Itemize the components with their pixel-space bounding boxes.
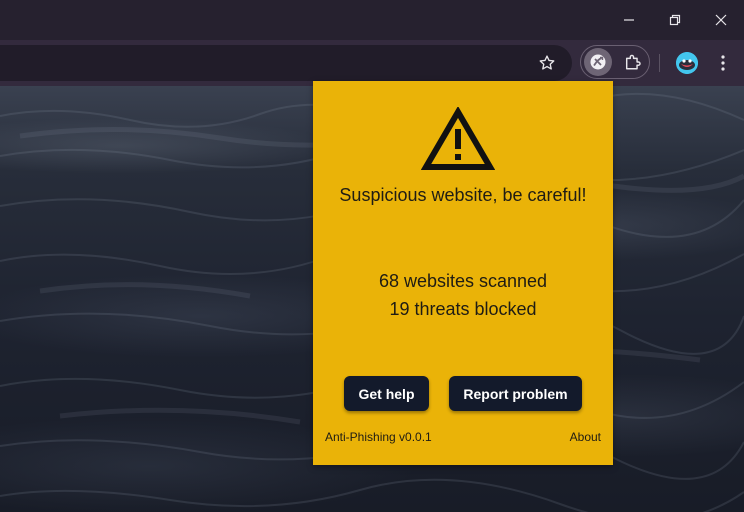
title-bar	[0, 0, 744, 40]
chrome-menu-button[interactable]	[712, 50, 734, 76]
close-button[interactable]	[698, 0, 744, 40]
anti-phishing-popup: Suspicious website, be careful! 68 websi…	[313, 81, 613, 465]
warning-triangle-icon	[421, 107, 495, 170]
avatar-image	[676, 52, 698, 74]
warning-headline: Suspicious website, be careful!	[339, 185, 587, 205]
kebab-menu-icon	[721, 55, 725, 71]
websites-scanned-text: 68 websites scanned	[378, 271, 548, 291]
bookmark-button[interactable]	[533, 50, 561, 76]
get-help-button[interactable]: Get help	[344, 376, 429, 411]
anti-phishing-icon	[590, 54, 606, 70]
puzzle-icon	[625, 54, 641, 70]
close-icon	[715, 14, 727, 26]
toolbar-divider	[659, 54, 660, 72]
browser-toolbar	[0, 40, 744, 86]
minimize-button[interactable]	[606, 0, 652, 40]
threats-blocked-text: 19 threats blocked	[389, 299, 537, 319]
restore-button[interactable]	[652, 0, 698, 40]
address-bar[interactable]	[0, 45, 572, 81]
profile-avatar[interactable]	[676, 52, 698, 74]
version-text: Anti-Phishing v0.0.1	[325, 430, 432, 444]
stats-block: 68 websites scanned 19 threats blocked	[313, 267, 613, 323]
about-link[interactable]: About	[570, 430, 601, 444]
star-icon	[539, 55, 555, 70]
restore-icon	[669, 14, 681, 26]
extensions-button[interactable]	[620, 49, 646, 75]
report-problem-button[interactable]: Report problem	[449, 376, 582, 411]
minimize-icon	[624, 19, 634, 21]
anti-phishing-extension-button[interactable]	[584, 48, 612, 76]
